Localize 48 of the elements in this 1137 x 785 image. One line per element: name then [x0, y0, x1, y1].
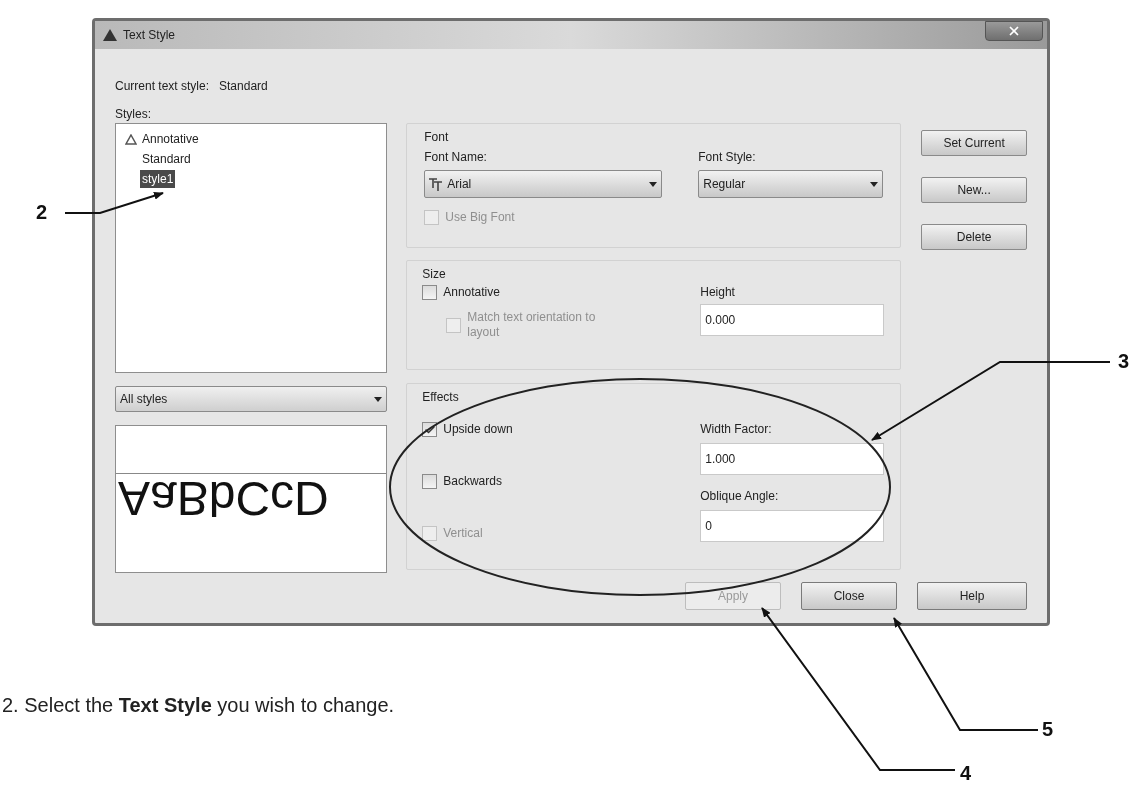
checkbox-label: Vertical — [443, 526, 483, 541]
callout-number: 2 — [36, 201, 48, 223]
styles-filter-dropdown[interactable]: All styles — [115, 386, 388, 412]
group-title: Effects — [422, 389, 460, 406]
app-icon — [103, 29, 117, 41]
checkbox-label: Backwards — [443, 474, 502, 489]
group-title: Font — [424, 129, 450, 146]
styles-label: Styles: — [115, 106, 152, 121]
side-button[interactable]: Set Current — [921, 130, 1027, 156]
font-icon — [429, 177, 444, 191]
callout-number: 5 — [1042, 718, 1054, 740]
window-title: Text Style — [123, 27, 176, 44]
side-button[interactable]: Delete — [921, 224, 1027, 250]
close-button[interactable] — [985, 21, 1043, 41]
caret-icon — [374, 396, 383, 402]
dialog-button[interactable]: Close — [801, 582, 897, 610]
group-title: Size — [422, 266, 447, 283]
field-label: Width Factor: — [700, 421, 773, 438]
style-list-item[interactable]: Standard — [140, 150, 193, 168]
checkbox[interactable] — [422, 285, 438, 300]
preview-text: AaBbCcD — [117, 474, 330, 522]
callout-number: 3 — [1118, 350, 1130, 372]
instruction-text: 2. Select the Text Style you wish to change. — [1, 693, 396, 718]
field-label: Oblique Angle: — [700, 488, 780, 505]
checkbox-label: Annotative — [443, 285, 500, 300]
caret-icon — [649, 181, 658, 187]
font-name-dropdown[interactable]: Arial — [424, 170, 663, 198]
font-style-dropdown[interactable]: Regular — [698, 170, 884, 198]
current-style-value: Standard — [219, 78, 268, 93]
field-label: Height — [700, 284, 736, 301]
style-list-item[interactable]: style1 — [140, 170, 176, 188]
checkbox-label: Upside down — [443, 422, 513, 437]
current-style-label: Current text style: — [115, 78, 210, 93]
field-label: Font Name: — [424, 149, 488, 166]
callout-number: 4 — [960, 762, 972, 784]
style-list-item[interactable]: Annotative — [140, 130, 201, 148]
dialog-button[interactable]: Help — [917, 582, 1027, 610]
checkbox[interactable] — [422, 474, 438, 489]
close-icon — [1007, 24, 1021, 38]
caret-icon — [870, 181, 879, 187]
side-button[interactable]: New... — [921, 177, 1027, 203]
input-field[interactable]: 1.000 — [700, 443, 885, 475]
checkbox-label: Match text orientation to layout — [467, 310, 597, 340]
triangle-icon — [125, 133, 137, 145]
input-field[interactable]: 0.000 — [700, 304, 885, 336]
field-label: Font Style: — [698, 149, 757, 166]
input-field[interactable]: 0 — [700, 510, 885, 542]
checkbox-label: Use Big Font — [445, 210, 515, 225]
